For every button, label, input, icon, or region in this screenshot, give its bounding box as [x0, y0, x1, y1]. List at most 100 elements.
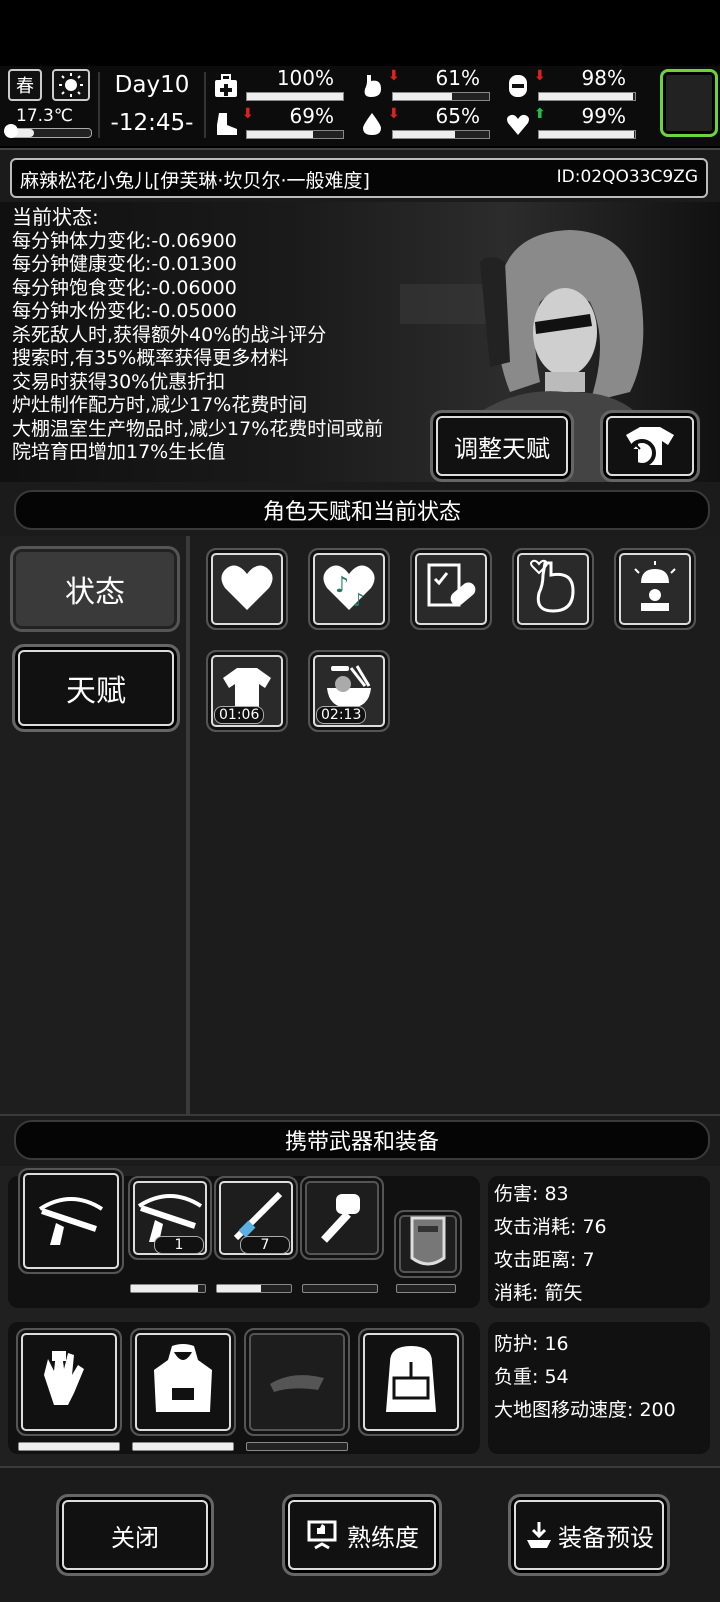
character-name: 麻辣松花小兔儿[伊芙琳·坎贝尔·一般难度] [20, 170, 370, 192]
status-line: 每分钟健康变化:-0.01300 [12, 253, 237, 275]
effect-timer: 01:06 [214, 706, 265, 724]
gear-slot[interactable] [358, 1328, 464, 1436]
menu-button[interactable] [660, 69, 718, 137]
equipped-weapon-slot[interactable] [18, 1168, 124, 1274]
outfit-swap-icon [626, 427, 674, 467]
durability-bar [302, 1284, 378, 1293]
gear-stat: 大地图移动速度: 200 [494, 1399, 676, 1421]
ammo-count: 1 [154, 1236, 204, 1254]
boot-icon [210, 108, 242, 140]
close-label: 关闭 [111, 1523, 159, 1552]
season-badge: 春 [8, 69, 42, 101]
status-line: 搜索时,有35%概率获得更多材料 [12, 347, 289, 369]
durability-bar [18, 1442, 120, 1451]
arrow-down-icon: ⬇ [242, 106, 254, 122]
medicine-clipboard-icon [423, 559, 479, 619]
weapon-slot[interactable] [394, 1210, 462, 1278]
character-name-bar: 麻辣松花小兔儿[伊芙琳·坎贝尔·一般难度] ID:02QO33C9ZG [10, 158, 708, 198]
temperature-label: 17.3℃ [16, 106, 73, 126]
status-effect-slot[interactable]: ♪ ♪ [308, 548, 390, 630]
fist-icon [314, 1188, 370, 1248]
thermometer-bulb-icon [4, 124, 18, 138]
stomach-icon [356, 70, 388, 102]
heart-icon [219, 562, 275, 616]
status-list: 当前状态: 每分钟体力变化:-0.06900 每分钟健康变化:-0.01300 每分… [12, 205, 383, 465]
stat-value: 98% [581, 66, 626, 90]
weapon-stat: 消耗: 箭矢 [494, 1282, 583, 1304]
adjust-talent-label: 调整天赋 [454, 434, 550, 463]
status-hud: 春 17.3℃ Day10 -12:45- 100% ⬇ 61% ⬇ 98% ⬇ 69% ⬇ 6… [0, 66, 720, 146]
stat-value: 65% [435, 104, 480, 128]
adjust-talent-button[interactable]: 调整天赋 [430, 410, 574, 482]
water-drop-icon [356, 108, 388, 140]
status-line: 每分钟饱食变化:-0.06000 [12, 276, 237, 299]
weapon-slot[interactable]: 1 [128, 1176, 212, 1260]
ammo-count: 7 [240, 1236, 290, 1254]
status-line: 炉灶制作配方时,减少17%花费时间 [12, 394, 308, 416]
durability-bar [216, 1284, 292, 1293]
stat-value: 69% [289, 104, 334, 128]
status-line: 杀死敌人时,获得额外40%的战斗评分 [12, 323, 327, 346]
durability-bar [130, 1284, 206, 1293]
proficiency-button[interactable]: 熟练度 [282, 1494, 442, 1576]
gear-stats-panel: 防护: 16 负重: 54 大地图移动速度: 200 [488, 1322, 710, 1454]
gloves-icon [34, 1345, 104, 1419]
stat-value: 61% [435, 66, 480, 90]
status-effect-slot[interactable]: 01:06 [206, 650, 288, 732]
stat-bar [538, 130, 636, 139]
talent-section-title: 角色天赋和当前状态 [14, 490, 710, 530]
preset-label: 装备预设 [558, 1523, 654, 1552]
arrow-down-icon: ⬇ [388, 106, 400, 122]
status-line: 院培育田增加17%生长值 [12, 441, 226, 463]
status-effect-slot[interactable] [206, 548, 288, 630]
weapon-stats-panel: 伤害: 83 攻击消耗: 76 攻击距离: 7 消耗: 箭矢 [488, 1176, 710, 1308]
arrow-down-icon: ⬇ [534, 68, 546, 84]
weapon-stat: 攻击消耗: 76 [494, 1216, 607, 1238]
stat-bar [392, 92, 490, 101]
medkit-icon [210, 70, 242, 102]
gear-slot[interactable] [244, 1328, 350, 1436]
stat-bar [246, 92, 344, 101]
proficiency-icon [307, 1520, 337, 1550]
stat-bar [538, 92, 636, 101]
music-heart-icon: ♪ ♪ [321, 562, 377, 616]
sun-icon [52, 69, 90, 101]
gear-stat: 负重: 54 [494, 1366, 569, 1388]
status-title: 当前状态: [12, 205, 99, 229]
clock-time: -12:45- [110, 110, 194, 136]
status-effect-slot[interactable] [614, 548, 696, 630]
tab-talent[interactable]: 天赋 [12, 644, 180, 732]
stat-value: 100% [276, 66, 334, 90]
equipment-preset-button[interactable]: 装备预设 [508, 1494, 670, 1576]
weapon-slot[interactable] [300, 1176, 384, 1260]
stomach-heart-icon [525, 559, 581, 619]
weapon-stat: 攻击距离: 7 [494, 1249, 595, 1271]
season-label: 春 [16, 76, 34, 97]
stat-bar [246, 130, 344, 139]
status-line: 每分钟体力变化:-0.06900 [12, 229, 237, 252]
tab-talent-label: 天赋 [66, 674, 126, 709]
status-effect-slot[interactable] [410, 548, 492, 630]
tab-status[interactable]: 状态 [10, 546, 180, 632]
stat-value: 99% [581, 104, 626, 128]
day-counter: Day10 [114, 72, 190, 98]
stat-bar [392, 130, 490, 139]
effect-timer: 02:13 [316, 706, 367, 724]
close-button[interactable]: 关闭 [56, 1494, 214, 1576]
change-outfit-button[interactable] [600, 410, 700, 482]
heart-hand-icon [502, 108, 534, 140]
crossbow-icon [36, 1189, 106, 1253]
gear-slot[interactable] [16, 1328, 122, 1436]
gear-slot[interactable] [130, 1328, 236, 1436]
alarm-person-icon [627, 559, 683, 619]
status-effect-slot[interactable] [512, 548, 594, 630]
durability-bar [246, 1442, 348, 1451]
backpack-icon [376, 1342, 446, 1422]
equipment-section-title: 携带武器和装备 [14, 1120, 710, 1160]
arrow-up-icon: ⬆ [534, 106, 546, 122]
status-effect-slot[interactable]: 02:13 [308, 650, 390, 732]
status-line: 交易时获得30%优惠折扣 [12, 370, 226, 393]
weapon-slot[interactable]: 7 [214, 1176, 298, 1260]
tab-status-label: 状态 [65, 575, 125, 610]
proficiency-label: 熟练度 [347, 1523, 419, 1552]
